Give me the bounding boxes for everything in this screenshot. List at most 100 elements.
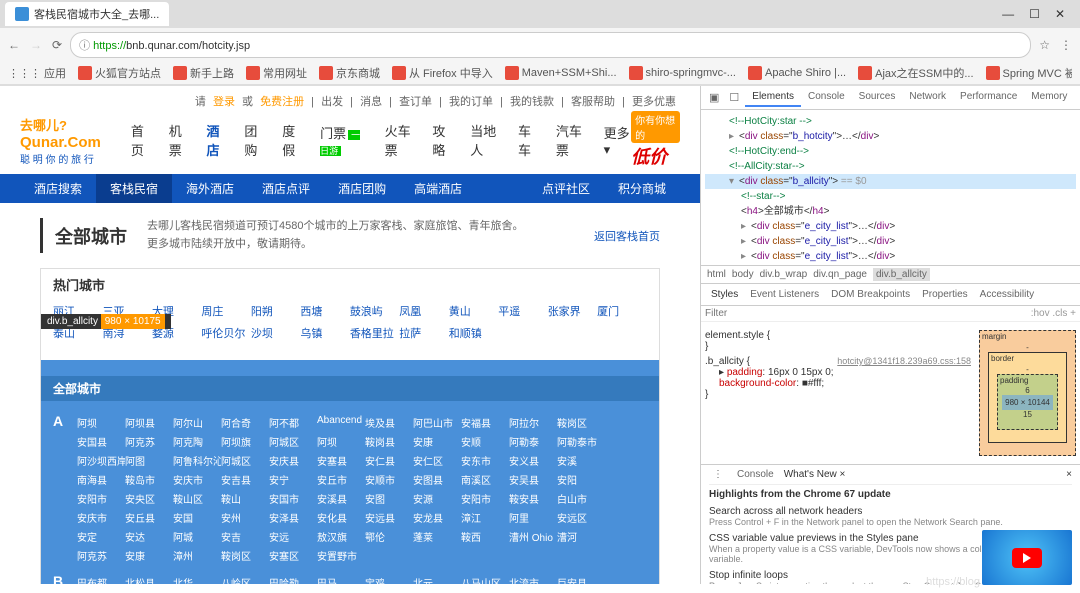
- topbar-link[interactable]: 出发: [321, 96, 343, 108]
- city-link[interactable]: 安远县: [365, 508, 413, 527]
- filter-options[interactable]: :hov .cls +: [1031, 308, 1076, 319]
- city-link[interactable]: 阿沙坝西岸: [77, 451, 125, 470]
- styles-subtab[interactable]: Accessibility: [974, 286, 1040, 303]
- city-link[interactable]: 安福县: [461, 413, 509, 432]
- city-link[interactable]: 安顺: [461, 432, 509, 451]
- city-link[interactable]: 漕州 Ohio: [509, 527, 557, 546]
- apps-button[interactable]: ⋮⋮⋮ 应用: [8, 65, 66, 81]
- city-link[interactable]: 安宁: [269, 470, 317, 489]
- city-link[interactable]: 阿巴山市: [413, 413, 461, 432]
- login-link[interactable]: 登录: [213, 96, 235, 108]
- topbar-link[interactable]: 客服帮助: [571, 96, 615, 108]
- hot-city-link[interactable]: 平遥: [498, 300, 547, 322]
- styles-subtab[interactable]: Properties: [916, 286, 974, 303]
- hot-city-link[interactable]: 沙坝: [251, 322, 300, 344]
- video-thumbnail[interactable]: [982, 530, 1072, 585]
- styles-subtab[interactable]: DOM Breakpoints: [825, 286, 916, 303]
- devtools-tab[interactable]: Memory: [1024, 88, 1074, 107]
- city-link[interactable]: 安仁县: [365, 451, 413, 470]
- breadcrumb-item[interactable]: html: [707, 269, 726, 280]
- city-link[interactable]: 八岭区: [221, 573, 269, 584]
- city-link[interactable]: 安州: [221, 508, 269, 527]
- city-link[interactable]: 白山市: [557, 489, 605, 508]
- city-link[interactable]: 安仁区: [413, 451, 461, 470]
- tab-close-icon[interactable]: ×: [840, 469, 846, 480]
- forward-button[interactable]: →: [30, 38, 42, 52]
- hot-city-link[interactable]: 鼓浪屿: [350, 300, 399, 322]
- bookmark-item[interactable]: Maven+SSM+Shi...: [505, 65, 617, 81]
- city-link[interactable]: 安吴县: [509, 470, 557, 489]
- city-link[interactable]: 鞍山区: [173, 489, 221, 508]
- nav-item[interactable]: 机票: [169, 121, 189, 159]
- city-link[interactable]: 安庆市: [173, 470, 221, 489]
- city-link[interactable]: 安顺市: [365, 470, 413, 489]
- bookmark-item[interactable]: 从 Firefox 中导入: [392, 65, 493, 81]
- city-link[interactable]: 阿克苏: [125, 432, 173, 451]
- city-link[interactable]: 安吉县: [221, 470, 269, 489]
- devtools-tab[interactable]: Elements: [745, 88, 801, 107]
- city-link[interactable]: 阿勒泰: [509, 432, 557, 451]
- hot-city-link[interactable]: 拉萨: [399, 322, 448, 344]
- hot-city-link[interactable]: 凤凰: [399, 300, 448, 322]
- css-source-link[interactable]: hotcity@1341f18.239a69.css:158: [837, 356, 971, 366]
- city-link[interactable]: 安图: [365, 489, 413, 508]
- nav-item[interactable]: 门票一日游: [320, 123, 367, 157]
- city-link[interactable]: 蓬莱: [413, 527, 461, 546]
- console-tab[interactable]: Console: [737, 469, 774, 480]
- nav-item[interactable]: 攻略: [432, 121, 452, 159]
- city-link[interactable]: 漳江: [461, 508, 509, 527]
- city-link[interactable]: 阿坝旗: [221, 432, 269, 451]
- whatsnew-tab[interactable]: What's New ×: [784, 469, 846, 480]
- nav-item[interactable]: 汽车票: [556, 121, 586, 159]
- city-link[interactable]: 阿城: [173, 527, 221, 546]
- nav-item[interactable]: 当地人: [470, 121, 500, 159]
- breadcrumb-item[interactable]: div.b_allcity: [873, 268, 930, 281]
- nav-item[interactable]: 团购: [244, 121, 264, 159]
- city-link[interactable]: 安化县: [317, 508, 365, 527]
- topbar-link[interactable]: 查订单: [399, 96, 432, 108]
- city-link[interactable]: 敖汉旗: [317, 527, 365, 546]
- qunar-logo[interactable]: 去哪儿? Qunar.Com 聪 明 你 的 旅 行: [20, 115, 101, 166]
- styles-filter-input[interactable]: [705, 308, 1031, 319]
- city-link[interactable]: 阿城区: [269, 432, 317, 451]
- hot-city-link[interactable]: 和顺镇: [449, 322, 498, 344]
- subnav-item[interactable]: 海外酒店: [172, 174, 248, 203]
- subnav-right-item[interactable]: 点评社区: [528, 174, 604, 203]
- city-link[interactable]: 阿克陶: [173, 432, 221, 451]
- menu-icon[interactable]: ⋮: [1060, 38, 1072, 52]
- city-link[interactable]: 鞍山: [221, 489, 269, 508]
- topbar-link[interactable]: 更多优惠: [632, 96, 676, 108]
- city-link[interactable]: 鞍岛市: [125, 470, 173, 489]
- city-link[interactable]: 安庆县: [269, 451, 317, 470]
- topbar-link[interactable]: 我的钱款: [510, 96, 554, 108]
- city-link[interactable]: 安丘县: [125, 508, 173, 527]
- topbar-link[interactable]: 我的订单: [449, 96, 493, 108]
- city-link[interactable]: 漳州: [173, 546, 221, 565]
- promo-badge[interactable]: 你有你想的 低价: [631, 111, 680, 169]
- hot-city-link[interactable]: 呼伦贝尔: [201, 322, 250, 344]
- register-link[interactable]: 免费注册: [260, 96, 304, 108]
- close-button[interactable]: ✕: [1055, 7, 1065, 21]
- city-link[interactable]: 北流市: [509, 573, 557, 584]
- city-link[interactable]: 阿尔山: [173, 413, 221, 432]
- styles-subtab[interactable]: Event Listeners: [744, 286, 825, 303]
- bookmark-item[interactable]: shiro-springmvc-...: [629, 65, 736, 81]
- city-link[interactable]: 北松县: [125, 573, 173, 584]
- devtools-tab[interactable]: Security: [1074, 88, 1080, 107]
- devtools-tab[interactable]: Sources: [852, 88, 903, 107]
- drawer-menu-icon[interactable]: ⋮: [709, 469, 727, 480]
- nav-item[interactable]: 度假: [282, 121, 302, 159]
- city-link[interactable]: 阿城区: [221, 451, 269, 470]
- city-link[interactable]: 鞍安县: [509, 489, 557, 508]
- bookmark-item[interactable]: Spring MVC 被报和...: [986, 65, 1072, 81]
- styles-subtab[interactable]: Styles: [705, 286, 744, 303]
- dom-breadcrumb[interactable]: htmlbodydiv.b_wrapdiv.qn_pagediv.b_allci…: [701, 265, 1080, 284]
- city-link[interactable]: 安义县: [509, 451, 557, 470]
- city-link[interactable]: 安东市: [461, 451, 509, 470]
- city-link[interactable]: 八马山区: [461, 573, 509, 584]
- city-link[interactable]: 安国市: [269, 489, 317, 508]
- city-link[interactable]: 安定: [77, 527, 125, 546]
- reload-button[interactable]: ⟳: [52, 38, 62, 52]
- city-link[interactable]: 巴哈勒: [269, 573, 317, 584]
- city-link[interactable]: 巴布都: [77, 573, 125, 584]
